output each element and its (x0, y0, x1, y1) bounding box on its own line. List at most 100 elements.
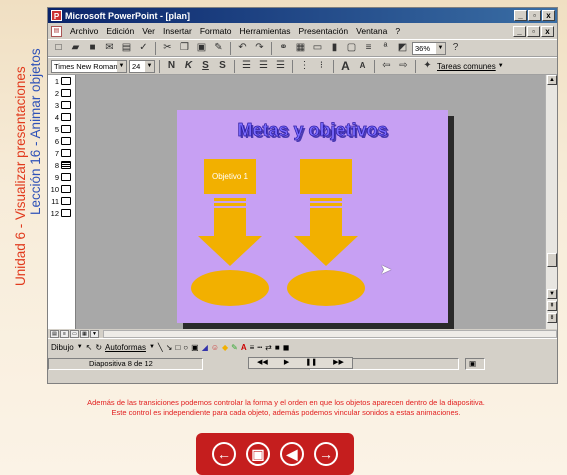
doc-close-button[interactable]: x (541, 25, 554, 37)
help-icon[interactable]: ? (448, 41, 463, 55)
font-select[interactable]: Times New Roman ▼ (51, 59, 127, 73)
italic-button[interactable]: K (181, 59, 196, 73)
zoom-select[interactable]: 36% ▼ (412, 41, 446, 55)
line-color-icon[interactable]: ✎ (231, 343, 238, 352)
save-icon[interactable]: ■ (85, 41, 100, 55)
restore-button[interactable]: ▫ (528, 10, 541, 21)
tables-borders-icon[interactable]: ▭ (310, 41, 325, 55)
horizontal-scrollbar[interactable] (103, 330, 557, 338)
chevron-down-icon[interactable]: ▼ (149, 344, 155, 350)
slide-title[interactable]: Metas y objetivos (177, 120, 448, 141)
chevron-down-icon[interactable]: ▼ (498, 63, 504, 69)
slide-thumb-12[interactable]: 12 (48, 207, 75, 219)
index-icon[interactable]: ▣ (246, 442, 270, 466)
object-box-2[interactable] (300, 159, 352, 194)
minimize-button[interactable]: _ (514, 10, 527, 21)
chevron-down-icon[interactable]: ▼ (77, 344, 83, 350)
tasks-icon[interactable]: ✦ (420, 59, 435, 73)
doc-minimize-button[interactable]: _ (513, 25, 526, 37)
menu-formato[interactable]: Formato (200, 26, 232, 36)
menu-presentacion[interactable]: Presentación (299, 26, 349, 36)
menu-ver[interactable]: Ver (142, 26, 155, 36)
close-button[interactable]: x (542, 10, 555, 21)
table-icon[interactable]: ▦ (293, 41, 308, 55)
rectangle-icon[interactable]: □ (175, 343, 180, 352)
rotate-icon[interactable]: ↻ (95, 343, 102, 352)
textbox-icon[interactable]: ▣ (191, 343, 199, 352)
numbering-icon[interactable]: ⋮ (297, 59, 312, 73)
scroll-thumb[interactable] (547, 253, 557, 267)
align-right-icon[interactable]: ☰ (273, 59, 288, 73)
hyperlink-icon[interactable]: ⚭ (276, 41, 291, 55)
slide-thumb-1[interactable]: 1 (48, 75, 75, 87)
vertical-scrollbar[interactable]: ▲ ▼ ⇞ ⇟ (545, 75, 557, 329)
menu-edicion[interactable]: Edición (106, 26, 134, 36)
align-center-icon[interactable]: ☰ (256, 59, 271, 73)
open-icon[interactable]: ▰ (68, 41, 83, 55)
next-slide-icon[interactable]: ⇟ (547, 313, 557, 323)
previous-slide-icon[interactable]: ⇞ (547, 301, 557, 311)
font-size-select[interactable]: 24 ▼ (129, 59, 155, 73)
show-formatting-icon[interactable]: ª (378, 41, 393, 55)
menu-ventana[interactable]: Ventana (356, 26, 387, 36)
demote-icon[interactable]: ⇨ (396, 59, 411, 73)
slide-thumb-9[interactable]: 9 (48, 171, 75, 183)
ellipse-1[interactable] (191, 270, 269, 306)
rewind-icon[interactable]: ◀◀ (257, 358, 268, 368)
normal-view-icon[interactable]: ▤ (50, 330, 59, 338)
clipart-icon[interactable]: ☺ (211, 343, 219, 352)
bullets-icon[interactable]: ⁝ (314, 59, 329, 73)
slide-thumb-5[interactable]: 5 (48, 123, 75, 135)
down-arrow-2[interactable] (294, 208, 358, 266)
scroll-up-icon[interactable]: ▲ (547, 75, 557, 85)
align-left-icon[interactable]: ☰ (239, 59, 254, 73)
slide-view-icon[interactable]: ▭ (70, 330, 79, 338)
line-style-icon[interactable]: ≡ (250, 343, 255, 352)
new-icon[interactable]: □ (51, 41, 66, 55)
copy-icon[interactable]: ❐ (177, 41, 192, 55)
format-painter-icon[interactable]: ✎ (211, 41, 226, 55)
new-slide-icon[interactable]: ▢ (344, 41, 359, 55)
play-icon[interactable]: ▶ (284, 358, 289, 368)
menu-help[interactable]: ? (395, 26, 400, 36)
grayscale-icon[interactable]: ◩ (395, 41, 410, 55)
paste-icon[interactable]: ▣ (194, 41, 209, 55)
down-arrow-1[interactable] (198, 208, 262, 266)
document-icon[interactable]: ▤ (51, 25, 62, 37)
redo-icon[interactable]: ↷ (252, 41, 267, 55)
line-icon[interactable]: ╲ (158, 343, 163, 352)
outline-view-icon[interactable]: ≡ (60, 330, 69, 338)
undo-icon[interactable]: ↶ (235, 41, 250, 55)
font-color-icon[interactable]: A (241, 343, 247, 352)
shadow-button[interactable]: S (215, 59, 230, 73)
autoshapes-menu[interactable]: Autoformas (105, 343, 146, 352)
slide-thumb-3[interactable]: 3 (48, 99, 75, 111)
slide-thumb-10[interactable]: 10 (48, 183, 75, 195)
back-arrow-icon[interactable]: ← (212, 442, 236, 466)
underline-button[interactable]: S (198, 59, 213, 73)
pause-icon[interactable]: ❚❚ (305, 358, 317, 368)
shrink-font-button[interactable]: A (355, 59, 370, 73)
forward-arrow-icon[interactable]: → (314, 442, 338, 466)
print-icon[interactable]: ▤ (119, 41, 134, 55)
fill-color-icon[interactable]: ◆ (222, 343, 228, 352)
oval-icon[interactable]: ○ (183, 343, 188, 352)
chart-icon[interactable]: ▮ (327, 41, 342, 55)
fast-forward-icon[interactable]: ▶▶ (333, 358, 344, 368)
dash-style-icon[interactable]: ┅ (257, 343, 262, 352)
slideshow-view-icon[interactable]: ▼ (90, 330, 99, 338)
slide-canvas[interactable]: Metas y objetivos Objetivo 1 (177, 110, 448, 323)
arrow-style-icon[interactable]: ⇄ (265, 343, 272, 352)
promote-icon[interactable]: ⇦ (379, 59, 394, 73)
3d-style-icon[interactable]: ◼ (283, 343, 290, 352)
slide-thumb-11[interactable]: 11 (48, 195, 75, 207)
ellipse-2[interactable] (287, 270, 365, 306)
shadow-style-icon[interactable]: ■ (275, 343, 280, 352)
doc-restore-button[interactable]: ▫ (527, 25, 540, 37)
slide-thumb-4[interactable]: 4 (48, 111, 75, 123)
slide-thumb-2[interactable]: 2 (48, 87, 75, 99)
slide-thumb-8[interactable]: 8 (48, 159, 75, 171)
menu-insertar[interactable]: Insertar (163, 26, 192, 36)
bold-button[interactable]: N (164, 59, 179, 73)
draw-menu[interactable]: Dibujo (51, 343, 74, 352)
